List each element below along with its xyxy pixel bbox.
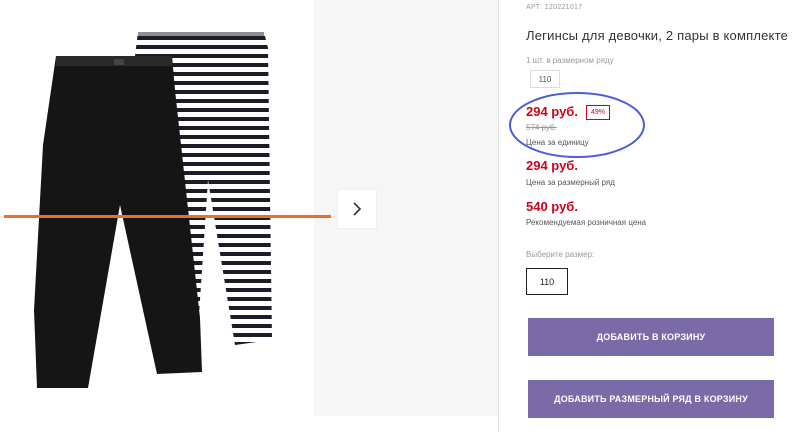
size-option-110[interactable]: 110	[526, 268, 568, 295]
product-image	[34, 32, 272, 388]
old-price: 574 руб.	[526, 123, 557, 132]
next-image-button[interactable]	[338, 190, 376, 228]
add-lot-to-cart-button[interactable]: ДОБАВИТЬ РАЗМЕРНЫЙ РЯД В КОРЗИНУ	[528, 380, 774, 418]
lot-price: 294 руб.	[526, 158, 578, 173]
unit-price-caption: Цена за единицу	[526, 138, 589, 147]
size-label: Выберите размер:	[526, 250, 595, 259]
annotation-line	[4, 215, 331, 218]
add-to-cart-button[interactable]: ДОБАВИТЬ В КОРЗИНУ	[528, 318, 774, 356]
lot-price-caption: Цена за размерный ряд	[526, 178, 615, 187]
unit-price: 294 руб.	[526, 104, 578, 119]
retail-price: 540 руб.	[526, 199, 578, 214]
product-sku: АРТ: 120221017	[526, 4, 583, 11]
lot-size-box: 110	[530, 70, 560, 88]
lot-label: 1 шт. в размерном ряду	[526, 56, 614, 65]
chevron-right-icon	[353, 202, 362, 216]
product-title: Легинсы для девочки, 2 пары в комплекте	[526, 28, 789, 43]
product-gallery	[0, 0, 498, 432]
discount-badge: 49%	[586, 105, 610, 120]
divider	[498, 0, 499, 432]
retail-price-caption: Рекомендуемая розничная цена	[526, 218, 647, 227]
